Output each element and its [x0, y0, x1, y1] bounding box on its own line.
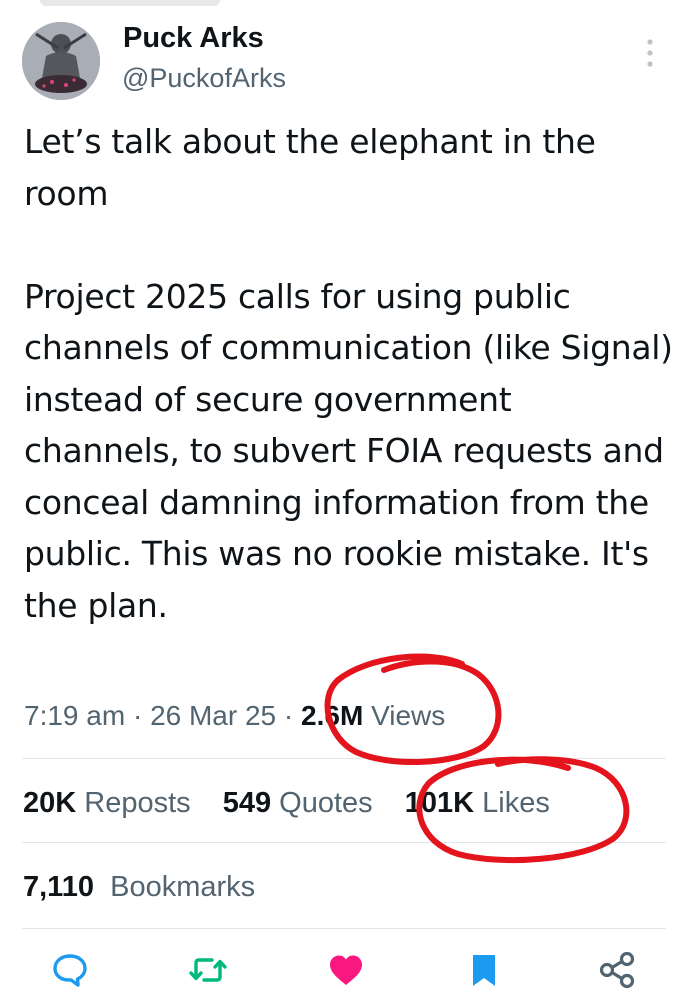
quotes-stat[interactable]: 549 Quotes: [223, 787, 373, 819]
author-name[interactable]: Puck Arks: [123, 20, 264, 56]
reposts-label: Reposts: [84, 787, 191, 819]
divider: [22, 842, 666, 843]
divider: [22, 928, 666, 929]
bookmark-icon[interactable]: [464, 950, 504, 990]
reposts-count: 20K: [23, 787, 77, 819]
engagement-stats: 20K Reposts 549 Quotes 101K Likes: [23, 783, 574, 823]
avatar-image: [22, 22, 100, 100]
likes-count: 101K: [404, 787, 475, 819]
share-nodes-icon[interactable]: [598, 950, 638, 990]
views-label: Views: [371, 700, 446, 731]
likes-stat[interactable]: 101K Likes: [405, 787, 550, 819]
bookmarks-stat[interactable]: 7,110 Bookmarks: [23, 867, 255, 907]
tweet-text: Let’s talk about the elephant in the roo…: [24, 122, 673, 625]
tweet-date[interactable]: 26 Mar 25: [150, 700, 276, 731]
author-handle[interactable]: @PuckofArks: [122, 61, 286, 95]
tweet-meta: 7:19 am · 26 Mar 25 · 2.6M Views: [24, 696, 445, 736]
quotes-label: Quotes: [279, 787, 373, 819]
bookmarks-label: Bookmarks: [110, 871, 256, 903]
quotes-count: 549: [222, 787, 272, 819]
top-edge-decoration: [40, 0, 220, 6]
divider: [22, 758, 666, 759]
bookmarks-count: 7,110: [23, 871, 94, 903]
likes-label: Likes: [482, 787, 550, 819]
more-options-icon[interactable]: [641, 36, 659, 70]
heart-icon[interactable]: [326, 950, 366, 990]
views-count: 2.6M: [301, 700, 364, 731]
repost-arrows-icon[interactable]: [188, 950, 228, 990]
meta-separator: ·: [283, 700, 294, 731]
reposts-stat[interactable]: 20K Reposts: [23, 787, 191, 819]
tweet-time[interactable]: 7:19 am: [24, 700, 125, 731]
speech-bubble-icon[interactable]: [50, 950, 90, 990]
avatar[interactable]: [22, 22, 100, 100]
meta-separator: ·: [132, 700, 143, 731]
